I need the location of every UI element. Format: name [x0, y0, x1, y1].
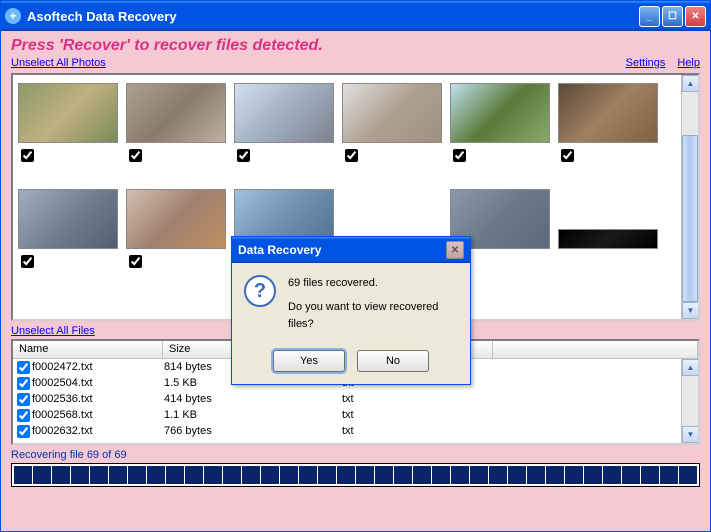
file-checkbox[interactable]: [17, 393, 30, 406]
maximize-button[interactable]: ☐: [662, 6, 683, 27]
settings-link[interactable]: Settings: [626, 57, 666, 69]
dialog-titlebar: Data Recovery ✕: [232, 237, 470, 263]
file-checkbox[interactable]: [17, 377, 30, 390]
dialog-close-button[interactable]: ✕: [446, 241, 464, 259]
window-title: Asoftech Data Recovery: [27, 9, 639, 24]
dialog-buttons: Yes No: [232, 346, 470, 384]
photos-scrollbar[interactable]: ▲ ▼: [681, 75, 698, 319]
thumbnail-image: [450, 83, 550, 143]
right-links: Settings Help: [626, 57, 700, 69]
file-row[interactable]: f0002568.txt1.1 KBtxt: [13, 407, 698, 423]
minimize-button[interactable]: _: [639, 6, 660, 27]
thumbnail-image: [18, 83, 118, 143]
recovery-dialog: Data Recovery ✕ ? 69 files recovered. Do…: [231, 236, 471, 385]
thumbnail-image: [558, 83, 658, 143]
photo-checkbox[interactable]: [237, 149, 250, 162]
titlebar: + Asoftech Data Recovery _ ☐ ✕: [1, 1, 710, 31]
photo-checkbox[interactable]: [129, 255, 142, 268]
column-spacer: [493, 341, 698, 358]
thumbnail-image: [558, 229, 658, 249]
dialog-line2: Do you want to view recovered files?: [288, 299, 458, 334]
file-size: 414 bytes: [162, 393, 342, 405]
files-scrollbar[interactable]: ▲ ▼: [681, 359, 698, 443]
progress-bar: [11, 463, 700, 487]
help-link[interactable]: Help: [677, 57, 700, 69]
file-name: f0002536.txt: [32, 393, 162, 405]
no-button[interactable]: No: [357, 350, 429, 372]
yes-button[interactable]: Yes: [273, 350, 345, 372]
photo-thumbnail[interactable]: [125, 83, 227, 183]
file-row[interactable]: f0002536.txt414 bytestxt: [13, 391, 698, 407]
scroll-down-icon[interactable]: ▼: [682, 302, 699, 319]
thumbnail-image: [126, 83, 226, 143]
top-link-row: Unselect All Photos Settings Help: [11, 57, 700, 69]
file-name: f0002472.txt: [32, 361, 162, 373]
unselect-all-files-link[interactable]: Unselect All Files: [11, 325, 95, 337]
close-button[interactable]: ✕: [685, 6, 706, 27]
file-name: f0002632.txt: [32, 425, 162, 437]
scroll-up-icon[interactable]: ▲: [682, 359, 699, 376]
app-icon: +: [5, 8, 21, 24]
file-name: f0002504.txt: [32, 377, 162, 389]
scroll-thumb[interactable]: [682, 135, 698, 302]
photo-checkbox[interactable]: [21, 255, 34, 268]
file-ext: txt: [342, 393, 522, 405]
file-checkbox[interactable]: [17, 409, 30, 422]
dialog-title: Data Recovery: [238, 243, 446, 257]
file-row[interactable]: f0002632.txt766 bytestxt: [13, 423, 698, 439]
unselect-all-photos-link[interactable]: Unselect All Photos: [11, 57, 106, 69]
photo-checkbox[interactable]: [129, 149, 142, 162]
instruction-text: Press 'Recover' to recover files detecte…: [11, 37, 700, 55]
main-window: + Asoftech Data Recovery _ ☐ ✕ Press 'Re…: [0, 0, 711, 532]
photo-thumbnail[interactable]: [557, 83, 659, 183]
photo-thumbnail[interactable]: [125, 189, 227, 289]
file-ext: txt: [342, 409, 522, 421]
file-size: 766 bytes: [162, 425, 342, 437]
thumbnail-image: [342, 83, 442, 143]
photo-checkbox[interactable]: [453, 149, 466, 162]
scroll-up-icon[interactable]: ▲: [682, 75, 699, 92]
question-icon: ?: [244, 275, 276, 307]
photo-thumbnail[interactable]: [557, 189, 659, 289]
thumbnail-image: [126, 189, 226, 249]
dialog-body: ? 69 files recovered. Do you want to vie…: [232, 263, 470, 346]
window-buttons: _ ☐ ✕: [639, 6, 706, 27]
photo-thumbnail[interactable]: [17, 189, 119, 289]
file-checkbox[interactable]: [17, 425, 30, 438]
scroll-down-icon[interactable]: ▼: [682, 426, 699, 443]
thumbnail-image: [18, 189, 118, 249]
photo-checkbox[interactable]: [21, 149, 34, 162]
photo-thumbnail[interactable]: [449, 83, 551, 183]
photo-thumbnail[interactable]: [17, 83, 119, 183]
content-area: Press 'Recover' to recover files detecte…: [1, 31, 710, 531]
file-checkbox[interactable]: [17, 361, 30, 374]
dialog-text: 69 files recovered. Do you want to view …: [288, 275, 458, 334]
file-name: f0002568.txt: [32, 409, 162, 421]
thumbnail-image: [234, 83, 334, 143]
file-ext: txt: [342, 425, 522, 437]
photo-checkbox[interactable]: [561, 149, 574, 162]
dialog-line1: 69 files recovered.: [288, 275, 458, 293]
photo-thumbnail[interactable]: [233, 83, 335, 183]
status-text: Recovering file 69 of 69: [11, 449, 700, 461]
column-name[interactable]: Name: [13, 341, 163, 358]
photo-checkbox[interactable]: [345, 149, 358, 162]
file-size: 1.1 KB: [162, 409, 342, 421]
photo-thumbnail[interactable]: [341, 83, 443, 183]
